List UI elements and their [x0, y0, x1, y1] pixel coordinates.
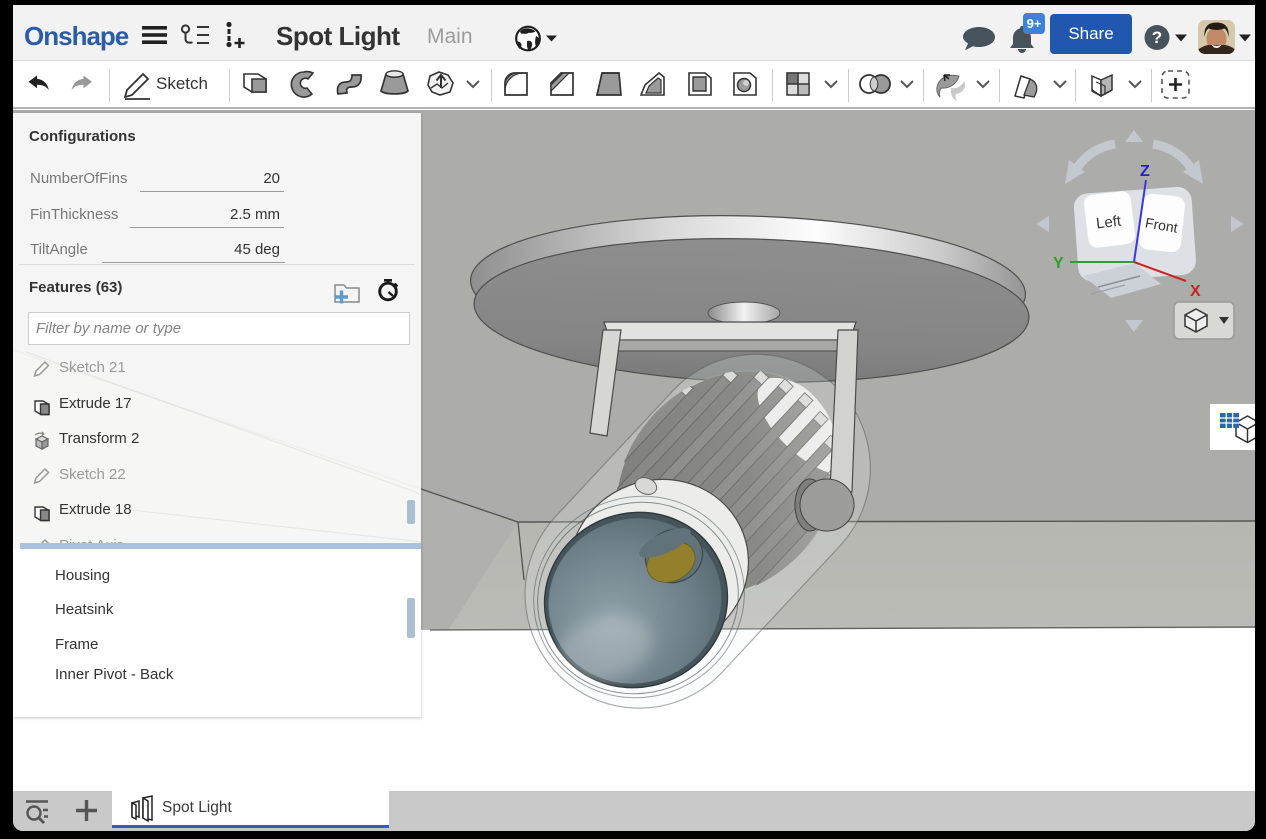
svg-text:Y: Y — [1053, 255, 1064, 272]
svg-text:?: ? — [1152, 28, 1162, 47]
svg-text:9+: 9+ — [1027, 16, 1042, 31]
svg-text:Z: Z — [1140, 163, 1150, 180]
svg-text:X: X — [1190, 283, 1201, 300]
svg-text:Left: Left — [1095, 212, 1123, 232]
